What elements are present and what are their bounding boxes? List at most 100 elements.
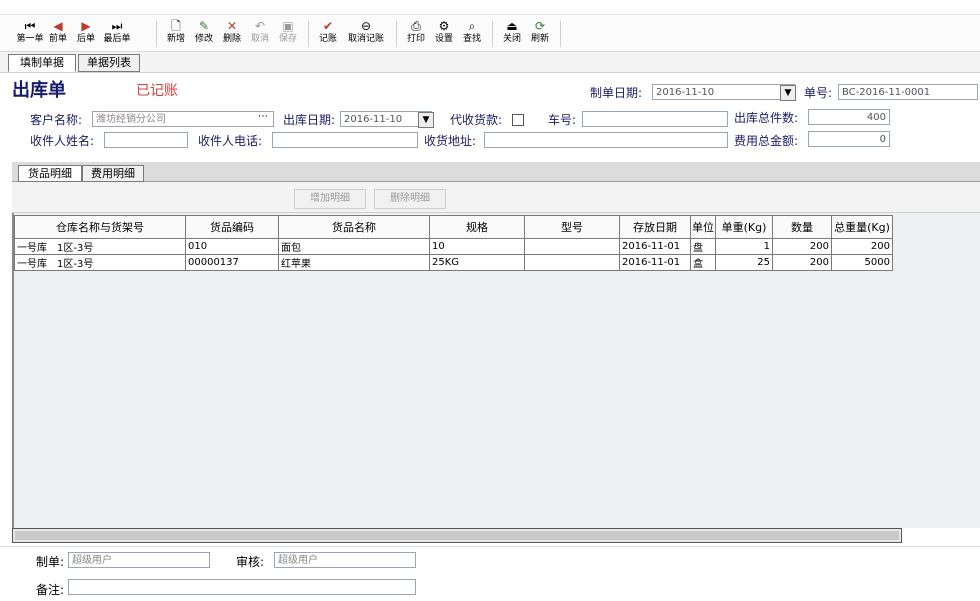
find-button[interactable]: ⌕ 查找 [458, 19, 486, 49]
remark-label: 备注: [36, 583, 65, 597]
undo-icon: ↶ [254, 19, 266, 33]
maker-field[interactable]: 超级用户 [68, 552, 210, 568]
cell-warehouse[interactable]: 一号库 1区-3号 [14, 238, 186, 255]
print-button[interactable]: ⎙ 打印 [402, 19, 430, 49]
status-badge: 已记账 [136, 83, 178, 99]
column-header[interactable]: 规格 [429, 215, 525, 239]
refresh-icon: ⟳ [534, 19, 546, 33]
tab-fee-detail[interactable]: 费用明细 [82, 165, 144, 182]
cancel-post-button[interactable]: ⊖ 取消记账 [342, 19, 390, 49]
receiver-phone-field[interactable] [272, 132, 418, 148]
cell-model[interactable] [524, 254, 620, 271]
cod-checkbox[interactable] [512, 114, 524, 126]
tab-document-list[interactable]: 单据列表 [78, 54, 140, 72]
cell-unit-weight[interactable]: 25 [715, 254, 773, 271]
post-button[interactable]: ✔ 记账 [314, 19, 342, 49]
column-header[interactable]: 单重(Kg) [715, 215, 773, 239]
column-header[interactable]: 总重量(Kg) [831, 215, 893, 239]
cell-unit-weight[interactable]: 1 [715, 238, 773, 255]
scrollbar-thumb[interactable] [15, 531, 899, 540]
next-record-button[interactable]: ▶ 后单 [72, 19, 100, 49]
fee-total-label: 费用总金额: [734, 134, 799, 148]
remark-field[interactable] [68, 579, 416, 595]
horizontal-scrollbar[interactable] [12, 528, 902, 543]
toolbar-separator [492, 21, 493, 47]
cancel-post-icon: ⊖ [360, 19, 372, 33]
last-record-button[interactable]: ⏭ 最后单 [100, 19, 134, 49]
cell-quantity[interactable]: 200 [772, 254, 832, 271]
maker-label: 制单: [36, 555, 65, 569]
cell-goods-name[interactable]: 红苹果 [278, 254, 430, 271]
plate-field[interactable] [582, 111, 728, 127]
prev-record-button[interactable]: ◀ 前单 [44, 19, 72, 49]
column-header[interactable]: 存放日期 [619, 215, 691, 239]
window-group: ⏏ 关闭 ⟳ 刷新 [498, 19, 554, 49]
cell-unit[interactable]: 盘 [690, 238, 716, 255]
close-button[interactable]: ⏏ 关闭 [498, 19, 526, 49]
cell-total-weight[interactable]: 200 [831, 238, 893, 255]
save-button[interactable]: ▣ 保存 [274, 19, 302, 49]
total-pieces-field[interactable]: 400 [808, 109, 890, 125]
delete-button[interactable]: ✕ 删除 [218, 19, 246, 49]
grid-header-row: 仓库名称与货架号 货品编码 货品名称 规格 型号 存放日期 单位 单重(Kg) … [14, 215, 893, 239]
receiver-field[interactable] [104, 132, 188, 148]
make-date-field[interactable]: 2016-11-10 [652, 84, 795, 100]
cancel-button[interactable]: ↶ 取消 [246, 19, 274, 49]
cod-label: 代收货款: [450, 113, 503, 127]
cell-warehouse[interactable]: 一号库 1区-3号 [14, 254, 186, 271]
close-door-icon: ⏏ [506, 19, 518, 33]
auditor-label: 审核: [236, 555, 265, 569]
auditor-field[interactable]: 超级用户 [274, 552, 416, 568]
next-record-icon: ▶ [81, 19, 91, 33]
settings-icon: ⚙ [438, 19, 450, 33]
chevron-down-icon[interactable]: ▼ [418, 112, 434, 128]
cell-store-date[interactable]: 2016-11-01 [619, 238, 691, 255]
remove-detail-button[interactable]: 删除明细 [374, 189, 446, 209]
refresh-button[interactable]: ⟳ 刷新 [526, 19, 554, 49]
edit-group: 🗋 新增 ✎ 修改 ✕ 删除 ↶ 取消 ▣ 保存 [162, 19, 302, 49]
plate-label: 车号: [548, 113, 577, 127]
address-label: 收货地址: [424, 134, 477, 148]
settings-button[interactable]: ⚙ 设置 [430, 19, 458, 49]
fee-total-field[interactable]: 0 [808, 131, 890, 147]
doc-tabs: 填制单据 单据列表 [0, 52, 980, 73]
edit-button[interactable]: ✎ 修改 [190, 19, 218, 49]
toolbar-separator [396, 21, 397, 47]
column-header[interactable]: 仓库名称与货架号 [14, 215, 186, 239]
total-pieces-label: 出库总件数: [734, 111, 799, 125]
cell-spec[interactable]: 25KG [429, 254, 525, 271]
last-record-icon: ⏭ [111, 19, 123, 33]
column-header[interactable]: 单位 [690, 215, 716, 239]
new-button[interactable]: 🗋 新增 [162, 19, 190, 49]
customer-field[interactable]: 潍坊经销分公司 [92, 111, 274, 127]
address-field[interactable] [484, 132, 728, 148]
tools-group: ⎙ 打印 ⚙ 设置 ⌕ 查找 [402, 19, 486, 49]
cell-goods-name[interactable]: 面包 [278, 238, 430, 255]
first-record-button[interactable]: ⏮ 第一单 [16, 19, 44, 49]
tab-fill-document[interactable]: 填制单据 [8, 54, 76, 72]
column-header[interactable]: 货品编码 [185, 215, 279, 239]
cell-quantity[interactable]: 200 [772, 238, 832, 255]
table-row[interactable]: 一号库 1区-3号 010 面包 10 2016-11-01 盘 1 200 2… [14, 238, 893, 255]
make-date-label: 制单日期: [590, 86, 643, 100]
column-header[interactable]: 货品名称 [278, 215, 430, 239]
cell-unit[interactable]: 盒 [690, 254, 716, 271]
tab-goods-detail[interactable]: 货品明细 [18, 165, 82, 182]
cell-store-date[interactable]: 2016-11-01 [619, 254, 691, 271]
first-record-icon: ⏮ [24, 19, 36, 33]
cell-total-weight[interactable]: 5000 [831, 254, 893, 271]
receiver-phone-label: 收件人电话: [198, 134, 263, 148]
chevron-down-icon[interactable]: ▼ [780, 85, 796, 101]
table-row[interactable]: 一号库 1区-3号 00000137 红苹果 25KG 2016-11-01 盒… [14, 254, 893, 271]
doc-no-field[interactable]: BC-2016-11-0001 [838, 84, 978, 100]
add-detail-button[interactable]: 增加明细 [294, 189, 366, 209]
cell-spec[interactable]: 10 [429, 238, 525, 255]
ellipsis-icon[interactable]: ⋯ [258, 111, 268, 122]
cell-goods-code[interactable]: 010 [185, 238, 279, 255]
column-header[interactable]: 型号 [524, 215, 620, 239]
receiver-label: 收件人姓名: [30, 134, 95, 148]
cell-goods-code[interactable]: 00000137 [185, 254, 279, 271]
cell-model[interactable] [524, 238, 620, 255]
column-header[interactable]: 数量 [772, 215, 832, 239]
goods-grid: 仓库名称与货架号 货品编码 货品名称 规格 型号 存放日期 单位 单重(Kg) … [14, 215, 893, 271]
